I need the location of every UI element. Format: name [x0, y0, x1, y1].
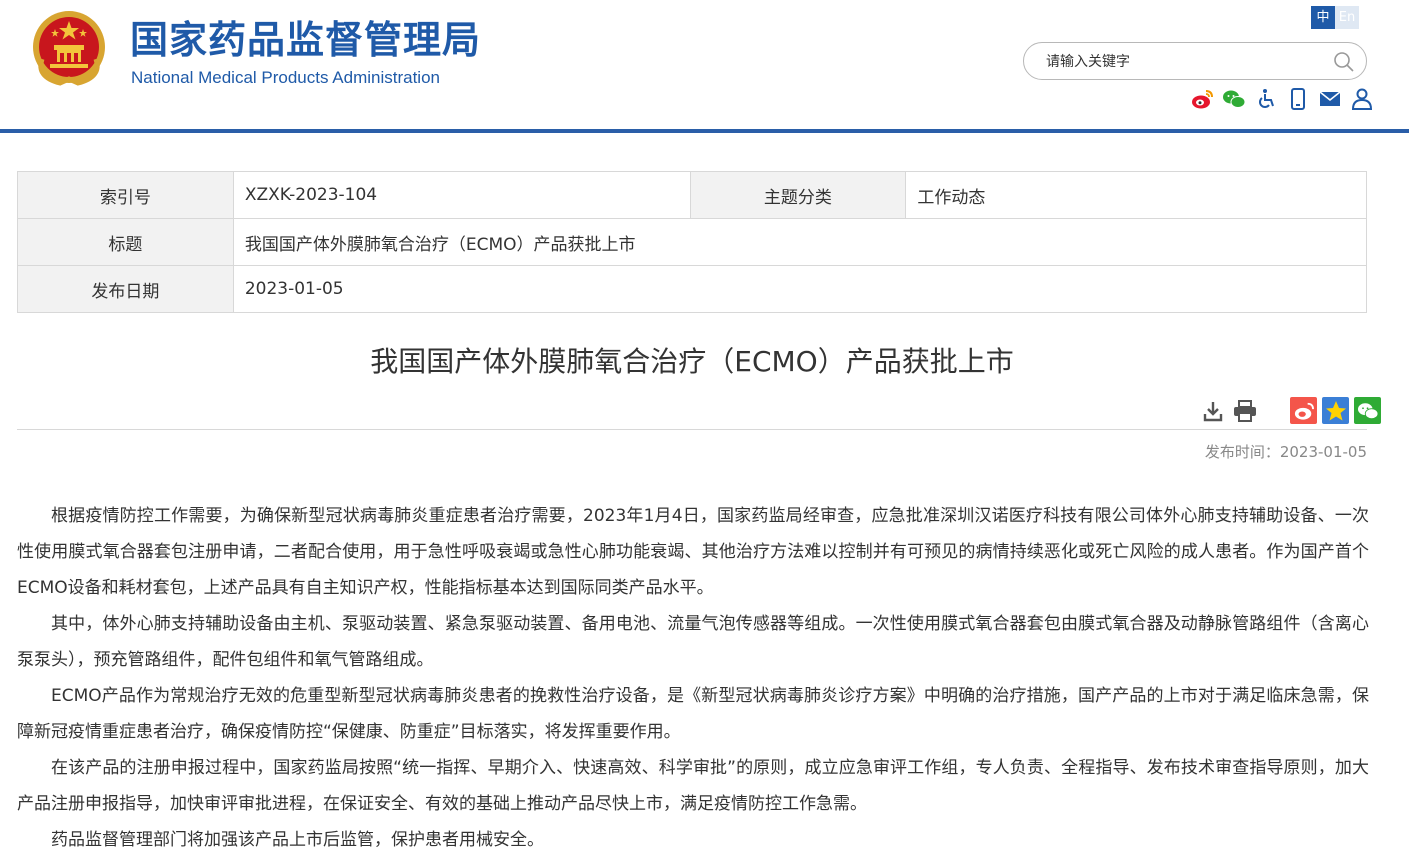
table-row: 发布日期 2023-01-05 — [17, 265, 1368, 313]
favorite-share-icon[interactable] — [1322, 397, 1349, 424]
date-value: 2023-01-05 — [232, 265, 1368, 313]
topic-value: 工作动态 — [905, 171, 1367, 219]
article-paragraph: ECMO产品作为常规治疗无效的危重型新型冠状病毒肺炎患者的挽救性治疗设备，是《新… — [17, 686, 1369, 742]
title-label: 标题 — [17, 218, 234, 266]
lang-cn-button[interactable]: 中 — [1311, 6, 1335, 29]
social-links — [1190, 87, 1374, 111]
topic-label: 主题分类 — [689, 171, 907, 219]
article-info-table: 索引号 XZXK-2023-104 主题分类 工作动态 标题 我国国产体外膜肺氧… — [17, 171, 1368, 313]
site-header: 国家药品监督管理局 National Medical Products Admi… — [0, 0, 1409, 130]
date-label: 发布日期 — [17, 265, 234, 313]
weibo-icon[interactable] — [1190, 87, 1214, 111]
article-tools — [1200, 397, 1381, 424]
article-paragraph: 根据疫情防控工作需要，为确保新型冠状病毒肺炎重症患者治疗需要，2023年1月4日… — [17, 506, 1369, 598]
lang-en-button[interactable]: En — [1335, 6, 1359, 29]
weibo-share-icon[interactable] — [1290, 397, 1317, 424]
header-divider — [0, 129, 1409, 133]
table-row: 标题 我国国产体外膜肺氧合治疗（ECMO）产品获批上市 — [17, 218, 1368, 266]
article-paragraph: 药品监督管理部门将加强该产品上市后监管，保护患者用械安全。 — [51, 830, 544, 850]
search-box — [1023, 42, 1367, 80]
index-value: XZXK-2023-104 — [232, 171, 691, 219]
publish-time: 发布时间：2023-01-05 — [1204, 443, 1367, 461]
article-body: 根据疫情防控工作需要，为确保新型冠状病毒肺炎重症患者治疗需要，2023年1月4日… — [17, 498, 1369, 858]
index-label: 索引号 — [17, 171, 234, 219]
download-icon[interactable] — [1200, 398, 1226, 424]
accessibility-icon[interactable] — [1254, 87, 1278, 111]
language-switch: 中 En — [1311, 6, 1359, 29]
title-value: 我国国产体外膜肺氧合治疗（ECMO）产品获批上市 — [232, 218, 1368, 266]
wechat-icon[interactable] — [1222, 87, 1246, 111]
email-icon[interactable] — [1318, 87, 1342, 111]
user-icon[interactable] — [1350, 87, 1374, 111]
table-row: 索引号 XZXK-2023-104 主题分类 工作动态 — [17, 171, 1367, 219]
mobile-icon[interactable] — [1286, 87, 1310, 111]
article-paragraph: 其中，体外心肺支持辅助设备由主机、泵驱动装置、紧急泵驱动装置、备用电池、流量气泡… — [17, 614, 1369, 670]
search-input[interactable] — [1046, 51, 1326, 73]
national-emblem-icon[interactable] — [30, 9, 108, 89]
print-icon[interactable] — [1232, 398, 1258, 424]
site-title-cn[interactable]: 国家药品监督管理局 — [130, 18, 481, 62]
article-paragraph: 在该产品的注册申报过程中，国家药监局按照“统一指挥、早期介入、快速高效、科学审批… — [17, 758, 1369, 814]
site-title-en[interactable]: National Medical Products Administration — [131, 67, 440, 89]
search-icon[interactable] — [1332, 50, 1356, 74]
article-title: 我国国产体外膜肺氧合治疗（ECMO）产品获批上市 — [370, 345, 1014, 378]
wechat-share-icon[interactable] — [1354, 397, 1381, 424]
article-divider — [17, 429, 1367, 430]
